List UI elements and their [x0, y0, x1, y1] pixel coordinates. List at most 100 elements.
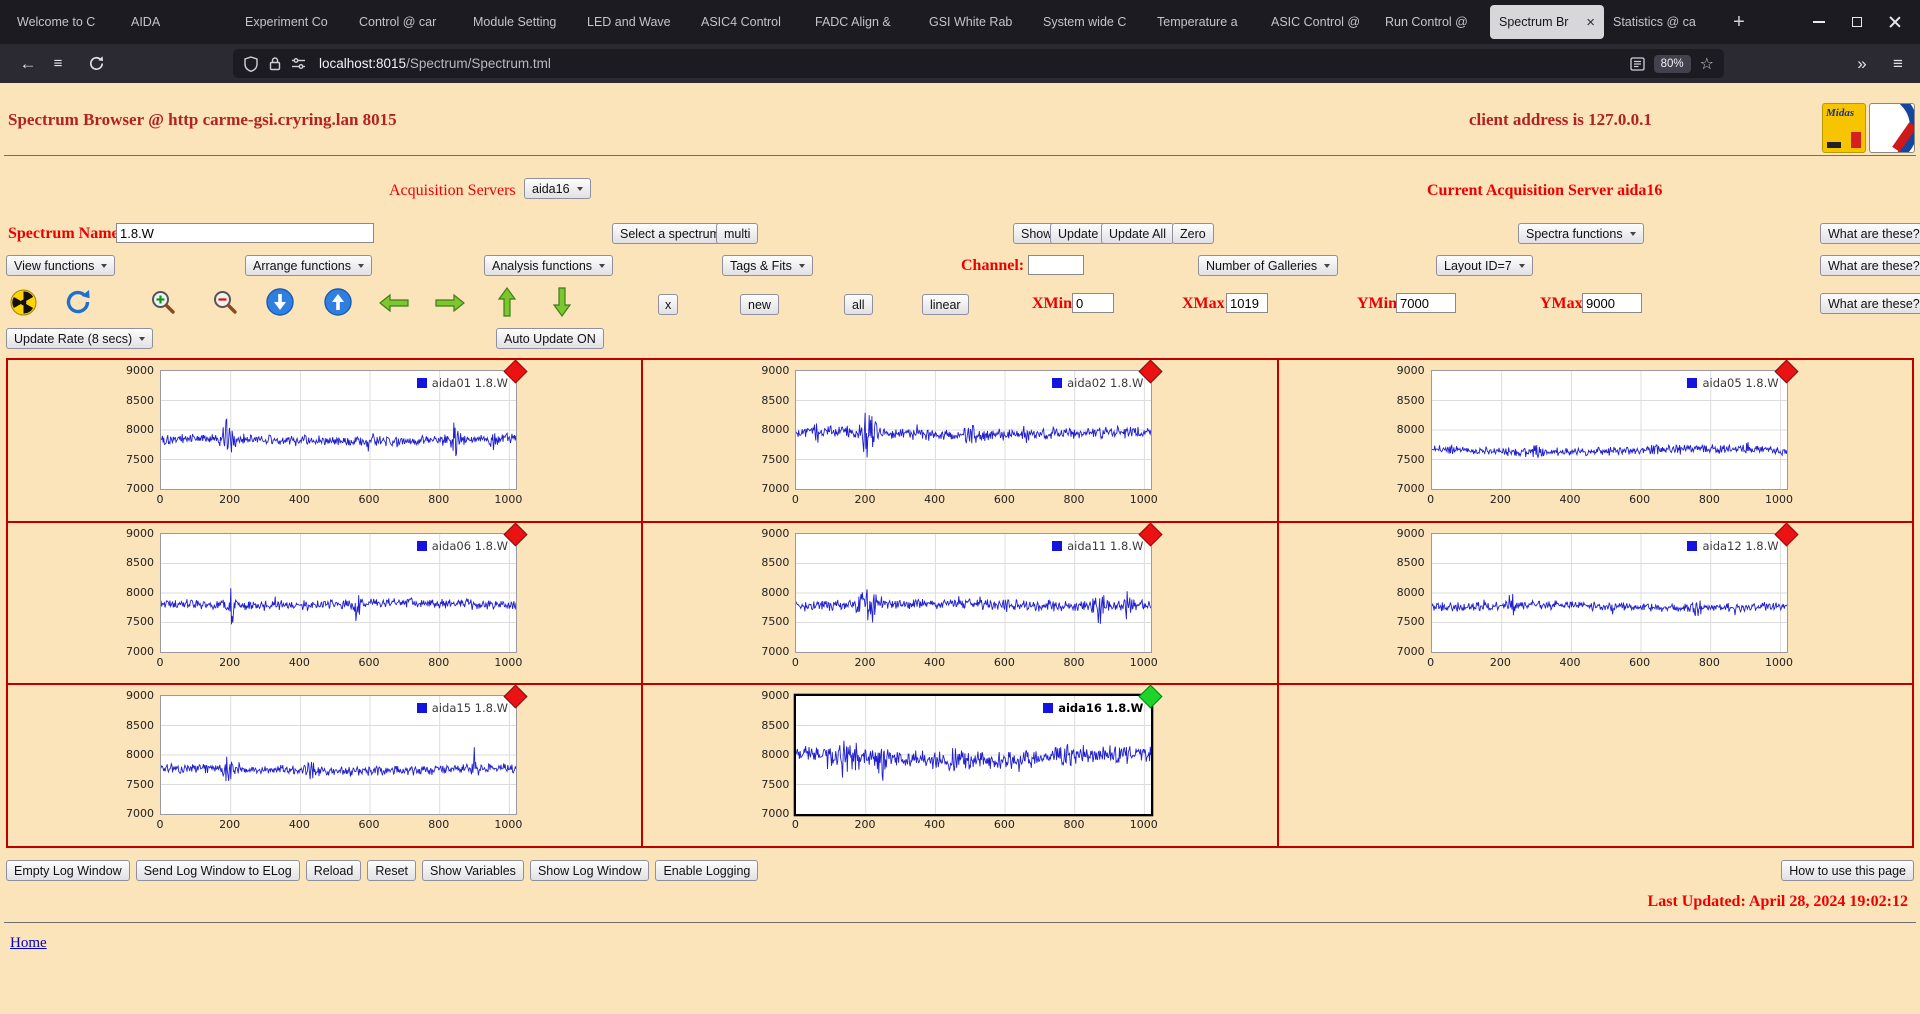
what-are-these-button-1[interactable]: What are these? [1820, 223, 1920, 244]
chevron-down-icon [101, 263, 108, 268]
arrow-up-icon[interactable] [496, 286, 518, 318]
browser-tab[interactable]: LED and Wave [578, 5, 692, 39]
log-button[interactable]: Show Variables [422, 860, 524, 881]
all-button[interactable]: all [844, 294, 873, 315]
scale-down-icon[interactable] [266, 288, 294, 316]
linear-button[interactable]: linear [922, 294, 969, 315]
log-button[interactable]: Show Log Window [529, 860, 650, 881]
arrow-left-icon[interactable] [378, 293, 410, 313]
browser-tab[interactable]: Welcome to C [8, 5, 122, 39]
tab-close-icon[interactable]: × [1586, 14, 1595, 31]
hamburger-button[interactable]: ≡ [44, 44, 72, 83]
browser-tab[interactable]: Experiment Co [236, 5, 350, 39]
log-button[interactable]: Reload [305, 860, 362, 881]
spectrum-name-input[interactable] [116, 223, 374, 243]
xmin-input[interactable] [1072, 293, 1114, 313]
browser-tab[interactable]: System wide C [1034, 5, 1148, 39]
zoom-level-badge[interactable]: 80% [1653, 54, 1691, 73]
arrange-functions-select[interactable]: Arrange functions [245, 255, 372, 276]
update-rate-select[interactable]: Update Rate (8 secs) [6, 328, 154, 349]
spectrum-plot[interactable]: aida02 1.8.W [795, 359, 1163, 490]
log-button[interactable]: Reset [367, 860, 416, 881]
browser-tab[interactable]: Module Setting [464, 5, 578, 39]
spectrum-plot[interactable]: aida16 1.8.W [795, 684, 1163, 816]
zoom-out-icon[interactable] [212, 289, 238, 315]
spectrum-cell-aida12[interactable]: aida12 1.8.W 7000 7500 8000 8500 9000 0 200 400 6… [1277, 521, 1913, 685]
spectrum-plot[interactable]: aida12 1.8.W [1430, 522, 1799, 653]
bookmark-star-icon[interactable]: ☆ [1700, 54, 1714, 74]
x-tick-label: 1000 [494, 655, 523, 669]
browser-tab[interactable]: Statistics @ ca [1604, 5, 1718, 39]
x-button[interactable]: x [658, 294, 679, 315]
new-tab-button[interactable]: + [1724, 8, 1754, 36]
browser-tab[interactable]: Temperature a [1148, 5, 1262, 39]
what-are-these-button-2[interactable]: What are these? [1820, 255, 1920, 276]
browser-tab[interactable]: GSI White Rab [920, 5, 1034, 39]
spectrum-cell-aida15[interactable]: aida15 1.8.W 7000 7500 8000 8500 9000 0 200 400 6… [7, 684, 643, 847]
reader-mode-icon[interactable] [1629, 56, 1645, 71]
browser-tab[interactable]: ASIC Control @ [1262, 5, 1376, 39]
app-menu-button[interactable]: ≡ [1884, 44, 1912, 83]
lock-icon[interactable] [268, 56, 282, 71]
ymax-input[interactable] [1582, 293, 1642, 313]
spectra-functions-select[interactable]: Spectra functions [1518, 223, 1644, 244]
channel-input[interactable] [1028, 255, 1084, 275]
spectrum-cell-aida05[interactable]: aida05 1.8.W 7000 7500 8000 8500 9000 0 200 400 6… [1277, 359, 1913, 522]
number-of-galleries-select[interactable]: Number of Galleries [1198, 255, 1339, 276]
spectrum-cell-aida06[interactable]: aida06 1.8.W 7000 7500 8000 8500 9000 0 200 400 6… [7, 521, 643, 685]
browser-tab[interactable]: AIDA [122, 5, 236, 39]
zoom-in-icon[interactable] [150, 289, 176, 315]
browser-tab[interactable]: Control @ car [350, 5, 464, 39]
maximize-button[interactable] [1838, 0, 1876, 44]
log-button[interactable]: Empty Log Window [6, 860, 130, 881]
radiation-icon[interactable] [10, 289, 37, 316]
spectrum-plot[interactable]: aida06 1.8.W [160, 522, 528, 653]
url-bar[interactable]: localhost:8015/Spectrum/Spectrum.tml 80%… [233, 49, 1724, 78]
arrow-down-icon[interactable] [551, 286, 573, 318]
spectrum-cell-aida02[interactable]: aida02 1.8.W 7000 7500 8000 8500 9000 0 200 400 6… [642, 359, 1278, 522]
spectrum-plot[interactable]: aida05 1.8.W [1430, 359, 1799, 490]
auto-update-button[interactable]: Auto Update ON [496, 328, 604, 349]
spectrum-cell-aida01[interactable]: aida01 1.8.W 7000 7500 8000 8500 9000 0 200 400 6… [7, 359, 643, 522]
new-button[interactable]: new [740, 294, 779, 315]
xmax-input[interactable] [1226, 293, 1268, 313]
spectrum-plot[interactable]: aida15 1.8.W [160, 684, 528, 816]
minimize-button[interactable] [1800, 0, 1838, 44]
browser-tab[interactable]: ASIC4 Control [692, 5, 806, 39]
page-title: Spectrum Browser @ http carme-gsi.cryrin… [8, 110, 397, 129]
zero-button[interactable]: Zero [1172, 223, 1214, 244]
log-button[interactable]: Enable Logging [655, 860, 759, 881]
browser-tab[interactable]: FADC Align & [806, 5, 920, 39]
update-all-button[interactable]: Update All [1101, 223, 1174, 244]
multi-button[interactable]: multi [716, 223, 759, 244]
analysis-functions-select[interactable]: Analysis functions [484, 255, 614, 276]
close-button[interactable] [1876, 0, 1914, 44]
spectrum-plot[interactable]: aida01 1.8.W [160, 359, 528, 490]
shield-icon[interactable] [243, 55, 259, 72]
tags-fits-select[interactable]: Tags & Fits [722, 255, 813, 276]
browser-tab[interactable]: Run Control @ [1376, 5, 1490, 39]
spectrum-cell-aida11[interactable]: aida11 1.8.W 7000 7500 8000 8500 9000 0 200 400 6… [642, 521, 1278, 685]
what-are-these-button-3[interactable]: What are these? [1820, 293, 1920, 314]
update-button[interactable]: Update [1050, 223, 1107, 244]
scale-up-icon[interactable] [324, 288, 352, 316]
log-button[interactable]: Send Log Window to ELog [135, 860, 300, 881]
arrow-right-icon[interactable] [434, 293, 466, 313]
overflow-menu-button[interactable]: » [1848, 44, 1876, 83]
how-to-use-button[interactable]: How to use this page [1781, 860, 1914, 881]
reload-button[interactable] [82, 44, 110, 83]
spectrum-cell-aida16[interactable]: aida16 1.8.W 7000 7500 8000 8500 9000 0 200 400 6… [642, 684, 1278, 847]
url-host: localhost:8015 [319, 56, 407, 71]
ymin-input[interactable] [1396, 293, 1456, 313]
tab-title: LED and Wave [587, 15, 671, 29]
acquisition-server-select[interactable]: aida16 [524, 178, 591, 199]
x-tick-label: 400 [288, 655, 310, 669]
layout-id-select[interactable]: Layout ID=7 [1436, 255, 1533, 276]
refresh-icon[interactable] [64, 288, 92, 316]
browser-tab[interactable]: Spectrum Br × [1490, 5, 1604, 39]
tune-icon[interactable] [291, 57, 306, 70]
view-functions-select[interactable]: View functions [6, 255, 116, 276]
back-button[interactable]: ← [14, 44, 42, 83]
home-link[interactable]: Home [10, 935, 47, 952]
spectrum-plot[interactable]: aida11 1.8.W [795, 522, 1163, 653]
